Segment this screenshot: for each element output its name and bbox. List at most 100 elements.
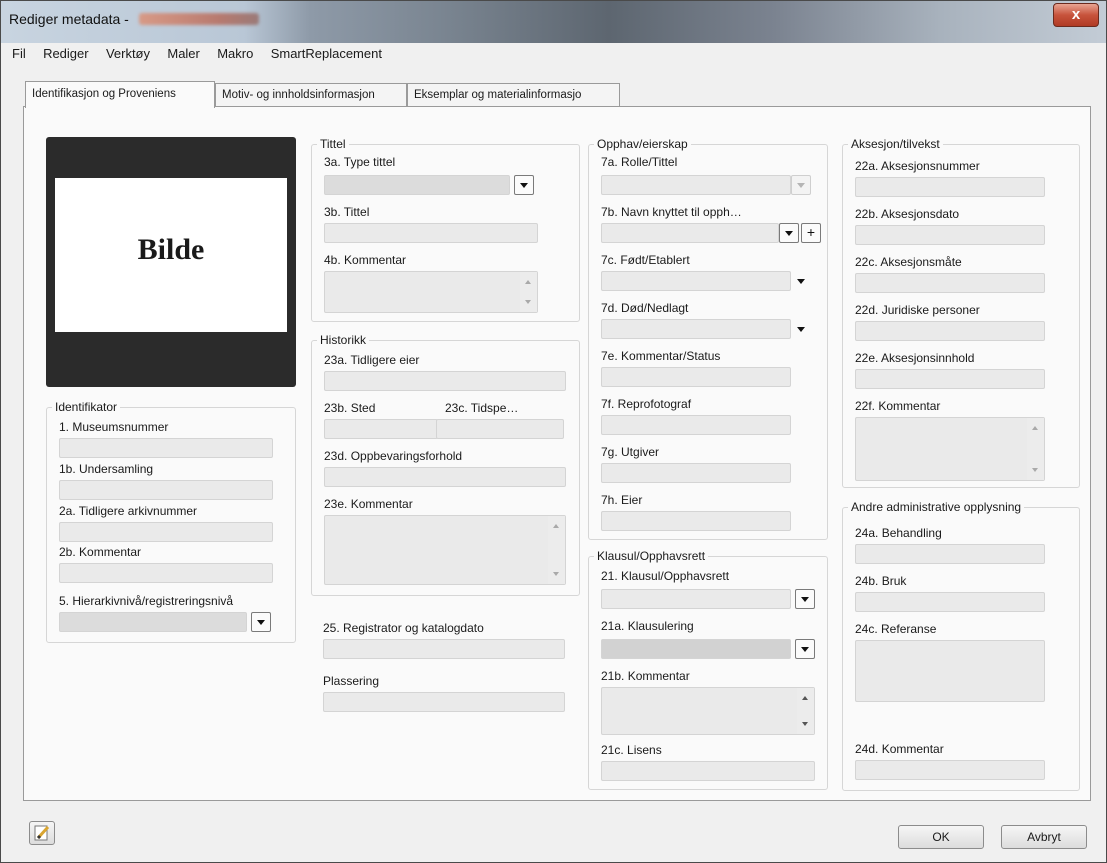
- label-oppbevaringsforhold: 23d. Oppbevaringsforhold: [324, 449, 463, 463]
- label-utgiver: 7g. Utgiver: [601, 445, 660, 459]
- tab-identifikasjon[interactable]: Identifikasjon og Proveniens: [25, 81, 215, 108]
- chevron-down-icon[interactable]: [779, 223, 799, 243]
- menu-maler[interactable]: Maler: [160, 43, 207, 61]
- fodt-field[interactable]: [601, 271, 791, 291]
- chevron-down-icon[interactable]: [795, 589, 815, 609]
- hierarkiniva-select[interactable]: [59, 612, 247, 632]
- metadata-dialog: Rediger metadata - x Fil Rediger Verktøy…: [0, 0, 1107, 863]
- image-placeholder: Bilde: [55, 178, 287, 332]
- group-tittel: Tittel 3a. Type tittel 3b. Tittel 4b. Ko…: [311, 137, 580, 322]
- reprofotograf-field[interactable]: [601, 415, 791, 435]
- sted-field[interactable]: [324, 419, 438, 439]
- aksesjonsnummer-field[interactable]: [855, 177, 1045, 197]
- tidligere-arkivnummer-field[interactable]: [59, 522, 273, 542]
- ok-button[interactable]: OK: [898, 825, 984, 849]
- bruk-field[interactable]: [855, 592, 1045, 612]
- tittel-field[interactable]: [324, 223, 538, 243]
- menu-makro[interactable]: Makro: [210, 43, 260, 61]
- kommentar-23e-textarea[interactable]: [324, 515, 566, 585]
- window-title-text: Rediger metadata -: [9, 11, 133, 27]
- edit-note-button[interactable]: [29, 821, 55, 845]
- scrollbar[interactable]: [548, 516, 565, 584]
- menu-smartreplacement[interactable]: SmartReplacement: [264, 43, 389, 61]
- group-title-opphav: Opphav/eierskap: [594, 137, 691, 151]
- kommentar-21b-textarea[interactable]: [601, 687, 815, 735]
- type-tittel-select[interactable]: [324, 175, 510, 195]
- scroll-up-icon[interactable]: [1032, 426, 1038, 430]
- aksesjonsdato-field[interactable]: [855, 225, 1045, 245]
- klausulering-select[interactable]: [601, 639, 791, 659]
- label-juridiske-personer: 22d. Juridiske personer: [855, 303, 980, 317]
- group-identifikator: Identifikator 1. Museumsnummer 1b. Under…: [46, 400, 296, 643]
- tidsperiode-field[interactable]: [436, 419, 564, 439]
- chevron-down-icon[interactable]: [791, 319, 811, 339]
- scroll-down-icon[interactable]: [1032, 468, 1038, 472]
- label-eier: 7h. Eier: [601, 493, 643, 507]
- scroll-up-icon[interactable]: [525, 280, 531, 284]
- menu-verktoy[interactable]: Verktøy: [99, 43, 157, 61]
- rolle-select[interactable]: [601, 175, 791, 195]
- group-aksesjon: Aksesjon/tilvekst 22a. Aksesjonsnummer 2…: [842, 137, 1080, 488]
- eier-field[interactable]: [601, 511, 791, 531]
- kommentar-24d-field[interactable]: [855, 760, 1045, 780]
- group-title-historikk: Historikk: [317, 333, 370, 347]
- kommentar-2b-field[interactable]: [59, 563, 273, 583]
- label-bruk: 24b. Bruk: [855, 574, 907, 588]
- undersamling-field[interactable]: [59, 480, 273, 500]
- kommentar-4b-textarea[interactable]: [324, 271, 538, 313]
- kommentar-7e-field[interactable]: [601, 367, 791, 387]
- cancel-button[interactable]: Avbryt: [1001, 825, 1087, 849]
- klausul-select[interactable]: [601, 589, 791, 609]
- group-historikk: Historikk 23a. Tidligere eier 23b. Sted …: [311, 333, 580, 596]
- menu-fil[interactable]: Fil: [5, 43, 33, 61]
- label-hierarkiniva: 5. Hierarkivnivå/registreringsnivå: [59, 594, 234, 608]
- label-reprofotograf: 7f. Reprofotograf: [601, 397, 692, 411]
- label-navn: 7b. Navn knyttet til opph…: [601, 205, 742, 219]
- title-bar: Rediger metadata - x: [1, 1, 1106, 43]
- tab-motiv[interactable]: Motiv- og innholdsinformasjon: [215, 83, 407, 107]
- close-button[interactable]: x: [1053, 3, 1099, 27]
- juridiske-personer-field[interactable]: [855, 321, 1045, 341]
- aksesjonsinnhold-field[interactable]: [855, 369, 1045, 389]
- oppbevaringsforhold-field[interactable]: [324, 467, 566, 487]
- label-tittel: 3b. Tittel: [324, 205, 370, 219]
- scrollbar[interactable]: [1027, 418, 1044, 480]
- chevron-down-icon[interactable]: [791, 175, 811, 195]
- behandling-field[interactable]: [855, 544, 1045, 564]
- chevron-down-icon[interactable]: [251, 612, 271, 632]
- scroll-down-icon[interactable]: [802, 722, 808, 726]
- aksesjonsmate-field[interactable]: [855, 273, 1045, 293]
- group-title-tittel: Tittel: [317, 137, 349, 151]
- lisens-field[interactable]: [601, 761, 815, 781]
- scroll-up-icon[interactable]: [553, 524, 559, 528]
- scroll-up-icon[interactable]: [802, 696, 808, 700]
- label-registrator: 25. Registrator og katalogdato: [323, 621, 484, 635]
- chevron-down-icon[interactable]: [791, 271, 811, 291]
- label-kommentar-2b: 2b. Kommentar: [59, 545, 142, 559]
- tidligere-eier-field[interactable]: [324, 371, 566, 391]
- scroll-down-icon[interactable]: [553, 572, 559, 576]
- label-kommentar-23e: 23e. Kommentar: [324, 497, 413, 511]
- label-aksesjonsmate: 22c. Aksesjonsmåte: [855, 255, 962, 269]
- plassering-field[interactable]: [323, 692, 565, 712]
- utgiver-field[interactable]: [601, 463, 791, 483]
- image-preview[interactable]: Bilde: [46, 137, 296, 387]
- label-behandling: 24a. Behandling: [855, 526, 942, 540]
- menu-rediger[interactable]: Rediger: [36, 43, 96, 61]
- kommentar-22f-textarea[interactable]: [855, 417, 1045, 481]
- scrollbar[interactable]: [520, 272, 537, 312]
- add-icon[interactable]: +: [801, 223, 821, 243]
- label-kommentar-24d: 24d. Kommentar: [855, 742, 944, 756]
- scrollbar[interactable]: [797, 688, 814, 734]
- pencil-note-icon: [34, 825, 50, 841]
- navn-field[interactable]: [601, 223, 779, 243]
- chevron-down-icon[interactable]: [795, 639, 815, 659]
- referanse-field[interactable]: [855, 640, 1045, 702]
- chevron-down-icon[interactable]: [514, 175, 534, 195]
- tab-eksemplar[interactable]: Eksemplar og materialinformasjo: [407, 83, 620, 107]
- museumsnummer-field[interactable]: [59, 438, 273, 458]
- label-sted: 23b. Sted: [324, 401, 376, 415]
- registrator-field[interactable]: [323, 639, 565, 659]
- dod-field[interactable]: [601, 319, 791, 339]
- scroll-down-icon[interactable]: [525, 300, 531, 304]
